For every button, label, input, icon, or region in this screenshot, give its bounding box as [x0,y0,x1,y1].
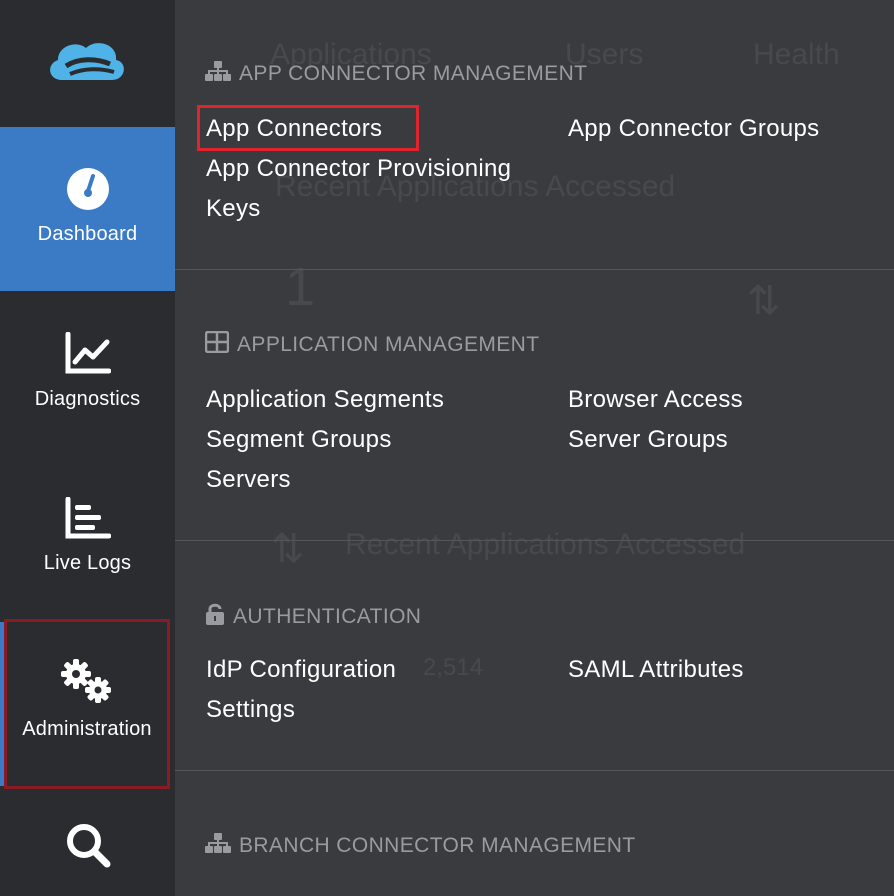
sidebar-item-administration[interactable]: Administration [4,619,170,789]
sidebar-item-dashboard[interactable]: Dashboard [0,127,175,291]
section-title-branch-connector: BRANCH CONNECTOR MANAGEMENT [205,833,636,859]
section-title-application: APPLICATION MANAGEMENT [204,330,540,359]
admin-menu-panel: Applications Users Health Recent Applica… [175,0,894,896]
divider [175,269,894,270]
highlight-box [197,105,419,151]
ghost-number: 2,514 [423,654,484,681]
bar-list-icon [65,496,111,544]
ghost-sort-icon: ⇅ [747,279,781,323]
sidebar-item-label: Dashboard [37,223,138,245]
lock-icon [205,602,225,632]
menu-link-segment-groups[interactable]: Segment Groups [206,426,392,454]
sidebar-item-live-logs[interactable]: Live Logs [0,465,175,615]
menu-link-settings[interactable]: Settings [206,696,295,724]
sidebar-item-label: Administration [22,718,152,740]
hierarchy-icon [205,833,231,859]
menu-link-idp-configuration[interactable]: IdP Configuration [206,656,396,684]
ghost-recent-title-2: Recent Applications Accessed [345,528,746,561]
search-icon [65,822,111,873]
menu-link-app-connector-provisioning-keys-cont[interactable]: Keys [206,195,261,223]
ghost-tab-health: Health [753,38,840,71]
menu-link-server-groups[interactable]: Server Groups [568,426,728,454]
menu-link-app-connector-groups[interactable]: App Connector Groups [568,115,819,143]
section-title-text: AUTHENTICATION [233,605,422,628]
gauge-icon [66,167,110,216]
section-title-text: APPLICATION MANAGEMENT [237,333,540,356]
hierarchy-icon [205,61,231,87]
ghost-sort-icon-2: ⇅ [271,527,305,571]
sidebar-item-diagnostics[interactable]: Diagnostics [0,300,175,460]
menu-link-saml-attributes[interactable]: SAML Attributes [568,656,744,684]
sidebar-item-search[interactable] [0,800,175,896]
sidebar: Dashboard Diagnostics Live Logs Administ… [0,0,175,896]
section-title-authentication: AUTHENTICATION [205,602,421,632]
sidebar-item-label: Live Logs [43,552,132,574]
gears-icon [58,658,116,709]
section-title-text: BRANCH CONNECTOR MANAGEMENT [239,834,636,857]
menu-link-application-segments[interactable]: Application Segments [206,386,444,414]
section-title-text: APP CONNECTOR MANAGEMENT [239,62,588,85]
section-title-app-connector: APP CONNECTOR MANAGEMENT [205,61,587,87]
ghost-count: 1 [285,257,316,317]
menu-link-app-connector-provisioning-keys[interactable]: App Connector Provisioning [206,155,511,183]
menu-link-servers[interactable]: Servers [206,466,291,494]
divider [175,540,894,541]
line-chart-icon [65,331,111,379]
menu-link-browser-access[interactable]: Browser Access [568,386,743,414]
logo-cloud-icon[interactable] [44,36,130,92]
grid-icon [204,330,230,359]
sidebar-item-label: Diagnostics [34,388,141,410]
divider [175,770,894,771]
